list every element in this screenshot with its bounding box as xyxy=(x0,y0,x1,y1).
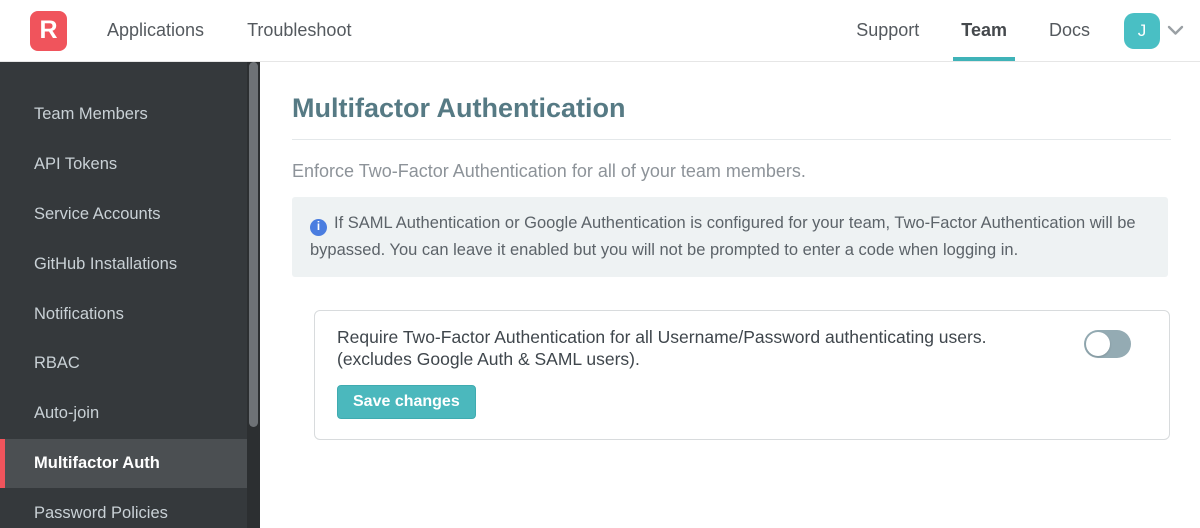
nav-docs[interactable]: Docs xyxy=(1041,0,1098,61)
sidebar-list: Team Members API Tokens Service Accounts… xyxy=(0,62,260,528)
settings-sidebar: Team Members API Tokens Service Accounts… xyxy=(0,62,260,528)
page-description: Enforce Two-Factor Authentication for al… xyxy=(292,161,806,181)
sidebar-item-auto-join[interactable]: Auto-join xyxy=(0,389,260,439)
sidebar-item-notifications[interactable]: Notifications xyxy=(0,289,260,339)
mfa-toggle[interactable] xyxy=(1084,330,1131,358)
rollbar-logo[interactable]: R xyxy=(30,10,67,51)
secondary-nav: Support Team Docs J xyxy=(848,0,1184,61)
nav-troubleshoot[interactable]: Troubleshoot xyxy=(247,20,351,41)
setting-label-line2: (excludes Google Auth & SAML users). xyxy=(337,348,640,369)
info-banner-text: If SAML Authentication or Google Authent… xyxy=(310,214,1136,259)
sidebar-item-team-members[interactable]: Team Members xyxy=(0,90,260,140)
setting-label-line1: Require Two-Factor Authentication for al… xyxy=(337,327,987,347)
avatar[interactable]: J xyxy=(1124,12,1160,49)
top-navbar: R Applications Troubleshoot Support Team… xyxy=(0,0,1200,62)
nav-applications[interactable]: Applications xyxy=(107,20,204,41)
info-banner: i If SAML Authentication or Google Authen… xyxy=(292,197,1168,277)
save-changes-button[interactable]: Save changes xyxy=(337,385,476,419)
title-divider xyxy=(292,139,1171,140)
sidebar-scrollbar-thumb[interactable] xyxy=(249,62,258,427)
sidebar-item-api-tokens[interactable]: API Tokens xyxy=(0,140,260,190)
sidebar-item-multifactor-auth[interactable]: Multifactor Auth xyxy=(0,438,247,489)
sidebar-scrollbar-track[interactable] xyxy=(247,62,260,528)
page-title: Multifactor Authentication xyxy=(292,93,626,123)
user-menu[interactable]: J xyxy=(1124,0,1184,61)
setting-label: Require Two-Factor Authentication for al… xyxy=(337,327,986,370)
main-content: Multifactor Authentication Enforce Two-F… xyxy=(260,62,1200,528)
nav-support[interactable]: Support xyxy=(848,0,927,61)
chevron-down-icon[interactable] xyxy=(1167,25,1184,36)
sidebar-item-password-policies[interactable]: Password Policies xyxy=(0,488,260,528)
mfa-setting-card: Require Two-Factor Authentication for al… xyxy=(314,310,1170,440)
primary-nav: Applications Troubleshoot xyxy=(107,0,351,61)
nav-team[interactable]: Team xyxy=(953,0,1015,61)
sidebar-item-rbac[interactable]: RBAC xyxy=(0,339,260,389)
sidebar-item-github-installations[interactable]: GitHub Installations xyxy=(0,239,260,289)
info-circle-icon: i xyxy=(310,219,327,236)
toggle-knob xyxy=(1086,332,1110,356)
sidebar-item-service-accounts[interactable]: Service Accounts xyxy=(0,190,260,240)
